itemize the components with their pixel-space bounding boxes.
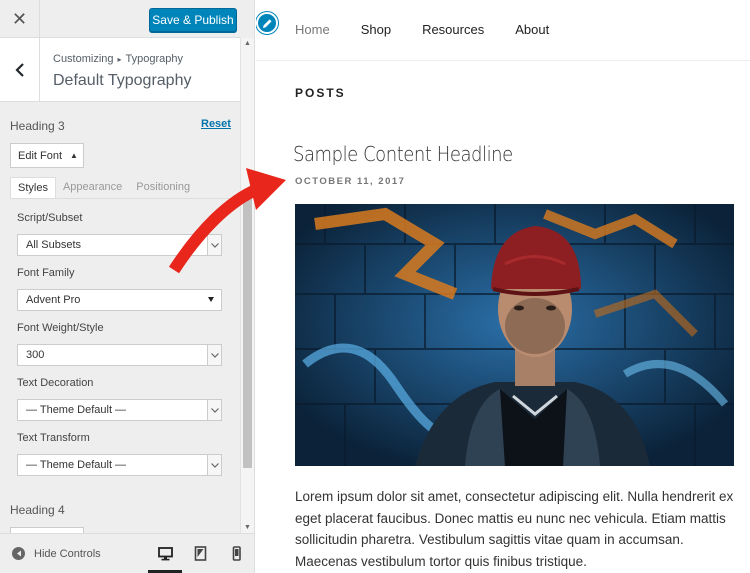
post-date[interactable]: OCTOBER 11, 2017 [295,176,405,187]
font-weight-label: Font Weight/Style [17,322,104,334]
preview-mobile-button[interactable] [227,544,245,562]
font-tabs: Styles Appearance Positioning [10,177,197,199]
site-preview: Home Shop Resources About POSTS Sample C… [256,0,750,573]
font-weight-value: 300 [26,349,45,361]
section-breadcrumb-panel: Customizing ▸ Typography Default Typograph… [0,38,240,102]
chevron-down-icon [207,345,221,365]
tablet-icon [194,545,206,561]
edit-shortcut-button[interactable] [256,12,278,34]
text-decoration-select[interactable]: — Theme Default — [17,399,222,421]
header-divider [256,60,750,61]
mobile-icon [232,545,241,561]
text-transform-select[interactable]: — Theme Default — [17,454,222,476]
posts-heading: POSTS [295,86,346,100]
chevron-down-icon [207,235,221,255]
close-button[interactable]: ✕ [0,0,40,38]
script-subset-select[interactable]: All Subsets [17,234,222,256]
main-navigation: Home Shop Resources About [295,22,580,37]
edit-font-button[interactable]: Edit Font ▲ [10,143,84,168]
nav-item-shop[interactable]: Shop [361,22,391,37]
scrollbar-thumb[interactable] [243,193,252,468]
text-decoration-label: Text Decoration [17,377,94,389]
breadcrumb-parent: Customizing [53,53,114,65]
hide-controls-label: Hide Controls [34,547,101,560]
breadcrumb-separator: ▸ [117,55,122,64]
tab-positioning[interactable]: Positioning [129,177,197,199]
back-button[interactable] [0,38,40,102]
text-decoration-value: — Theme Default — [26,404,127,416]
text-transform-value: — Theme Default — [26,459,127,471]
font-family-label: Font Family [17,267,75,279]
chevron-down-icon [207,455,221,475]
close-icon: ✕ [11,8,28,29]
hide-controls-button[interactable]: Hide Controls [12,547,101,560]
customizer-header: ✕ Save & Publish [0,0,240,38]
nav-item-about[interactable]: About [515,22,549,37]
font-family-value: Advent Pro [26,294,81,306]
nav-item-resources[interactable]: Resources [422,22,484,37]
preview-tablet-button[interactable] [191,544,209,562]
desktop-icon [157,546,173,560]
customizer-footer: Hide Controls [0,533,254,573]
chevron-left-icon [14,63,24,77]
heading-3-label: Heading 3 [10,119,65,133]
text-transform-label: Text Transform [17,432,90,444]
section-title: Default Typography [53,72,192,89]
pencil-icon [262,18,272,28]
caret-up-icon: ▲ [70,151,78,160]
collapse-icon [12,547,25,560]
font-family-select[interactable]: Advent Pro [17,289,222,311]
heading-4-label: Heading 4 [10,503,65,517]
script-subset-label: Script/Subset [17,212,83,224]
featured-image[interactable] [295,204,734,466]
save-publish-button[interactable]: Save & Publish [149,8,237,32]
scroll-down-icon[interactable]: ▼ [244,524,251,531]
preview-desktop-button[interactable] [156,544,174,562]
sidebar-scrollbar[interactable]: ▲ ▼ [240,38,254,533]
breadcrumb: Customizing ▸ Typography [53,53,183,65]
caret-down-icon [208,297,214,302]
script-subset-value: All Subsets [26,239,82,251]
customizer-sidebar: ✕ Save & Publish Customizing ▸ Typography … [0,0,255,573]
scroll-up-icon[interactable]: ▲ [244,40,251,47]
tab-appearance[interactable]: Appearance [56,177,129,199]
edit-font-label: Edit Font [18,149,63,162]
controls-panel: Heading 3 Reset Edit Font ▲ Styles Appea… [0,103,240,533]
post-excerpt: Lorem ipsum dolor sit amet, consectetur … [295,489,734,569]
chevron-down-icon [207,400,221,420]
breadcrumb-child: Typography [125,53,184,65]
tab-styles[interactable]: Styles [10,177,56,199]
nav-item-home[interactable]: Home [295,22,330,37]
font-weight-select[interactable]: 300 [17,344,222,366]
reset-link[interactable]: Reset [201,118,231,130]
post-title[interactable]: Sample Content Headline [293,142,513,166]
